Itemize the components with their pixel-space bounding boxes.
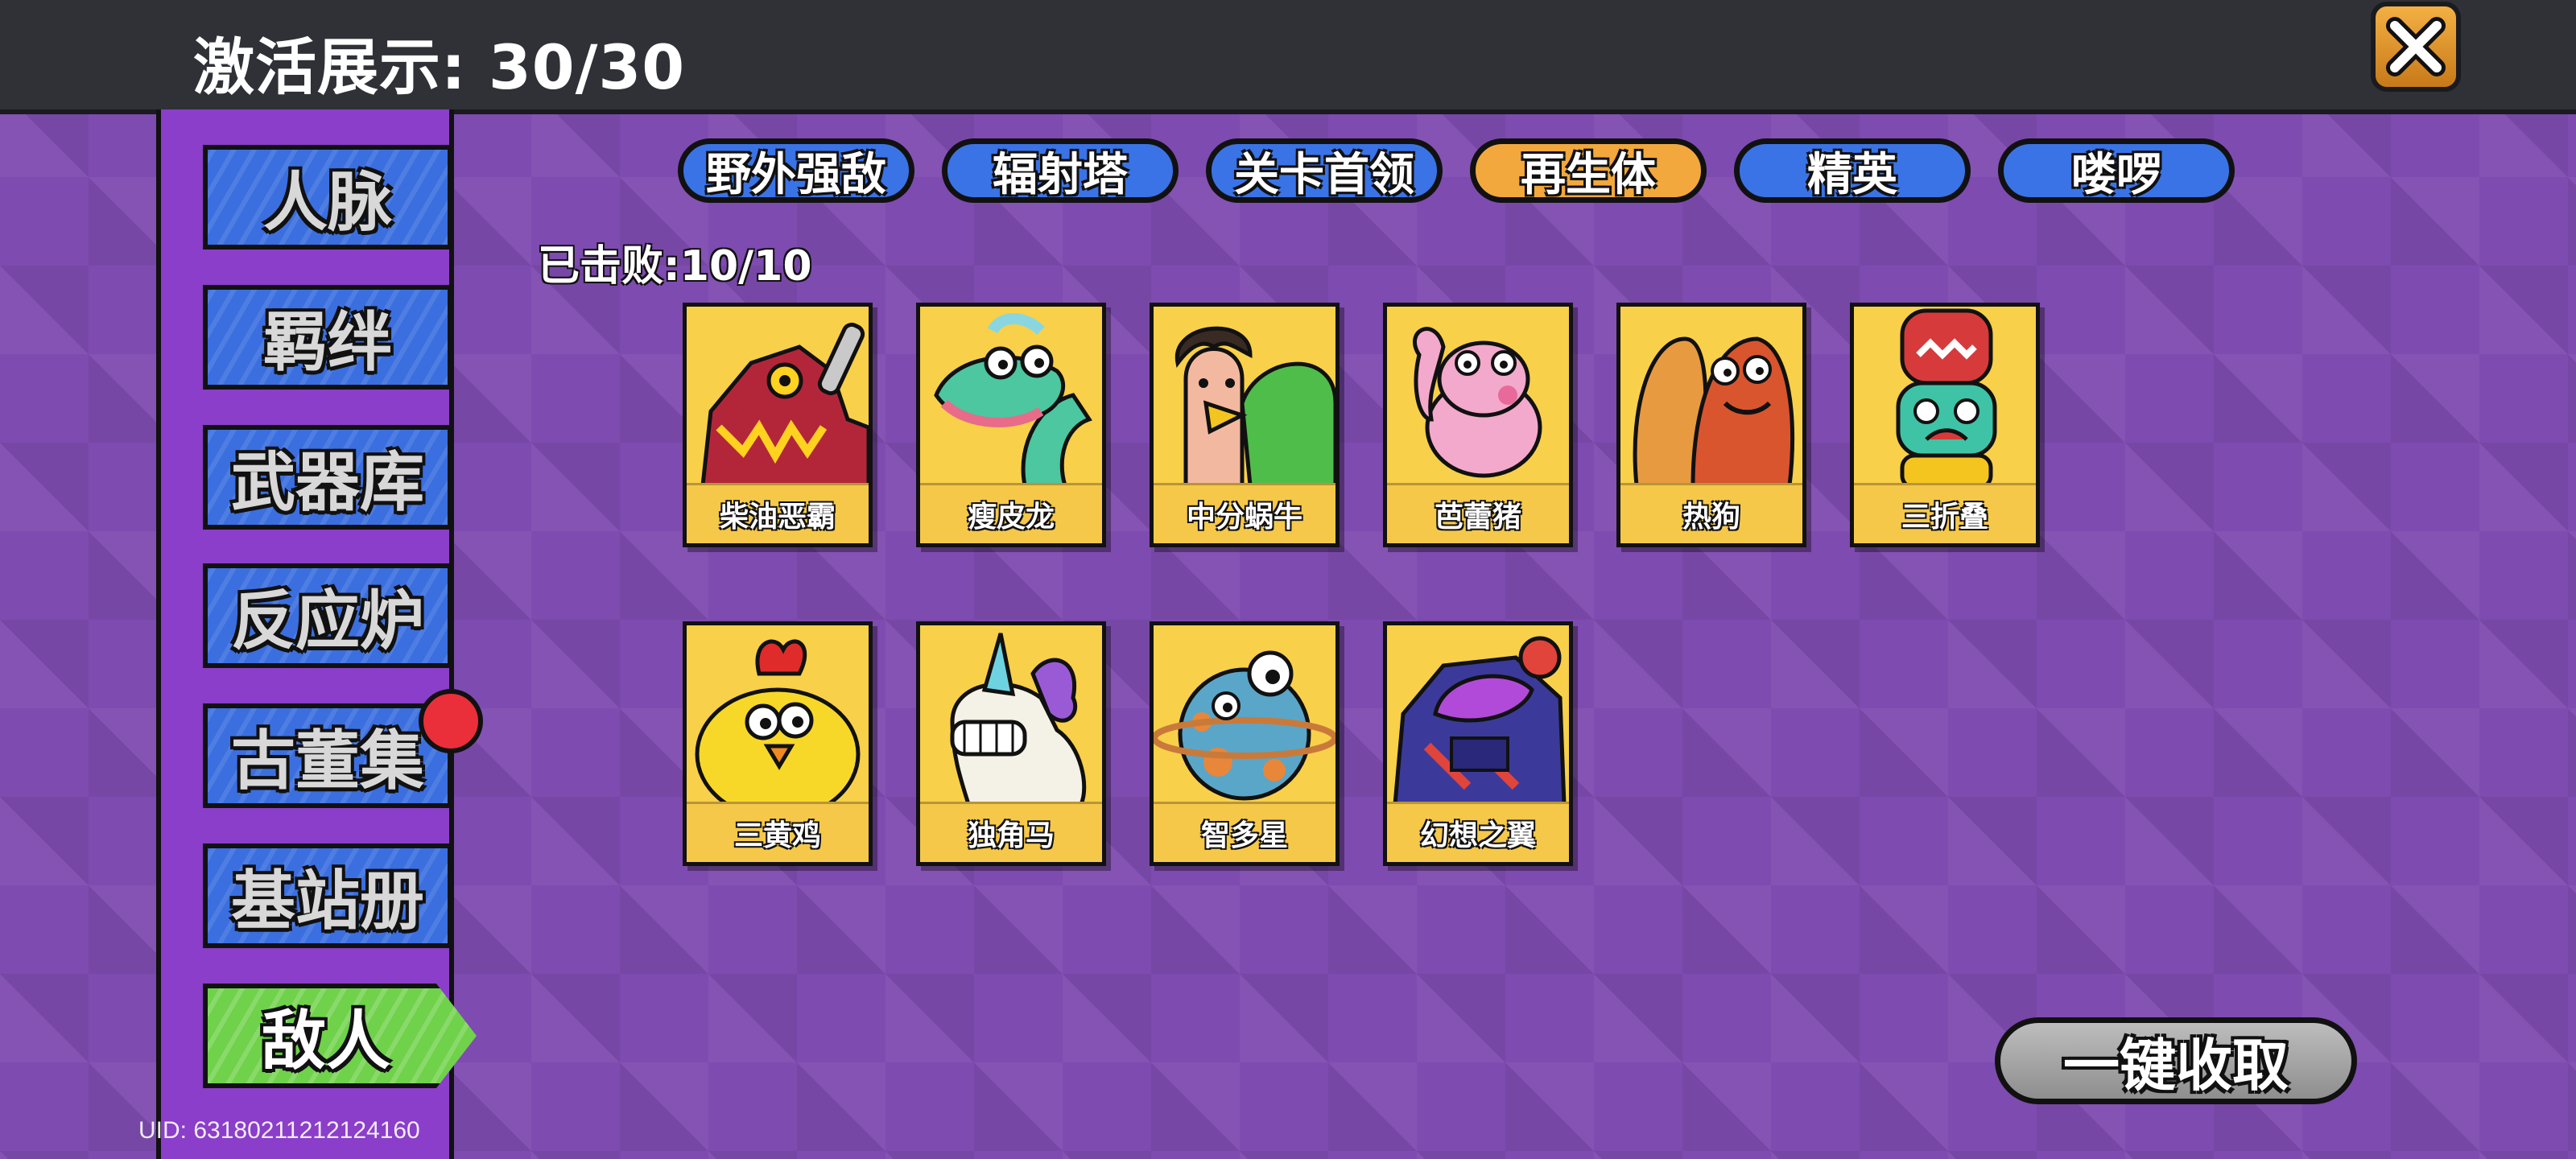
red-robot-dino-icon xyxy=(687,307,869,485)
enemy-name: 柴油恶霸 xyxy=(719,501,836,534)
sidebar-item-contacts[interactable]: 人脉 xyxy=(203,145,452,250)
tab-stage-boss[interactable]: 关卡首领 xyxy=(1206,138,1443,203)
collect-all-button[interactable]: 一键收取 xyxy=(1995,1017,2357,1104)
enemy-name: 芭蕾猪 xyxy=(1434,501,1521,534)
enemy-name-bar: 智多星 xyxy=(1154,802,1335,862)
enemy-name: 热狗 xyxy=(1682,501,1740,534)
enemy-name-bar: 幻想之翼 xyxy=(1387,802,1569,862)
enemy-card[interactable]: 中分蜗牛 xyxy=(1150,303,1340,547)
tab-label: 喽啰 xyxy=(2071,148,2161,201)
sidebar-item-armory[interactable]: 武器库 xyxy=(203,425,452,530)
sidebar-item-antiques[interactable]: 古董集 xyxy=(203,703,452,808)
uid-label: UID: 63180211212124160 xyxy=(138,1117,420,1144)
enemy-name: 三黄鸡 xyxy=(733,819,821,852)
enemy-name-bar: 三折叠 xyxy=(1854,483,2036,543)
collect-all-label: 一键收取 xyxy=(2063,1032,2289,1099)
tab-label: 精英 xyxy=(1807,148,1897,201)
enemy-name: 三折叠 xyxy=(1901,501,1988,534)
enemy-card[interactable]: 热狗 xyxy=(1616,303,1806,547)
enemy-card[interactable]: 瘦皮龙 xyxy=(916,303,1106,547)
sidebar-item-enemies[interactable]: 敌人 xyxy=(203,984,477,1088)
enemy-name: 智多星 xyxy=(1200,819,1288,852)
pink-pig-icon xyxy=(1387,307,1569,485)
unicorn-icon xyxy=(920,625,1102,804)
enemy-card[interactable]: 芭蕾猪 xyxy=(1383,303,1573,547)
enemy-name: 瘦皮龙 xyxy=(967,501,1055,534)
enemy-name-bar: 瘦皮龙 xyxy=(920,483,1102,543)
snail-man-icon xyxy=(1154,307,1335,485)
tab-elite[interactable]: 精英 xyxy=(1734,138,1971,203)
yellow-chicken-icon xyxy=(687,625,869,804)
close-button[interactable] xyxy=(2371,2,2461,92)
tab-regenerated[interactable]: 再生体 xyxy=(1470,138,1707,203)
sidebar-item-reactor[interactable]: 反应炉 xyxy=(203,563,452,668)
sidebar-item-bonds[interactable]: 羁绊 xyxy=(203,285,452,390)
sidebar-item-label: 武器库 xyxy=(231,445,424,520)
enemy-card[interactable]: 智多星 xyxy=(1150,621,1340,866)
enemy-name-bar: 柴油恶霸 xyxy=(687,483,869,543)
tab-field-enemies[interactable]: 野外强敌 xyxy=(678,138,914,203)
tab-radiation-tower[interactable]: 辐射塔 xyxy=(942,138,1179,203)
sidebar-item-label: 古董集 xyxy=(231,724,424,798)
sidebar-item-base-station[interactable]: 基站册 xyxy=(203,843,452,948)
enemy-card[interactable]: 三黄鸡 xyxy=(683,621,873,866)
hotdog-icon xyxy=(1620,307,1802,485)
page-title: 激活展示: 30/30 xyxy=(193,31,686,103)
enemy-card[interactable]: 三折叠 xyxy=(1850,303,2040,547)
tab-label: 关卡首领 xyxy=(1234,148,1414,201)
sidebar-item-label: 基站册 xyxy=(231,864,424,938)
purple-mech-icon xyxy=(1387,625,1569,804)
enemy-card[interactable]: 独角马 xyxy=(916,621,1106,866)
green-dragon-icon xyxy=(920,307,1102,485)
enemy-name-bar: 芭蕾猪 xyxy=(1387,483,1569,543)
defeated-count: 已击败:10/10 xyxy=(538,242,812,291)
sidebar-item-label: 羁绊 xyxy=(263,305,392,380)
enemy-card[interactable]: 幻想之翼 xyxy=(1383,621,1573,866)
enemy-name-bar: 热狗 xyxy=(1620,483,1802,543)
tab-minions[interactable]: 喽啰 xyxy=(1998,138,2235,203)
top-bar: 激活展示: 30/30 xyxy=(0,0,2576,114)
tab-label: 再生体 xyxy=(1521,148,1656,201)
enemy-name-bar: 独角马 xyxy=(920,802,1102,862)
enemy-name-bar: 三黄鸡 xyxy=(687,802,869,862)
totem-stack-icon xyxy=(1854,307,2036,485)
enemy-name: 幻想之翼 xyxy=(1419,819,1536,852)
close-x-icon xyxy=(2386,17,2446,76)
notification-badge xyxy=(419,689,483,753)
sidebar-item-label: 人脉 xyxy=(263,165,392,240)
planet-icon xyxy=(1154,625,1335,804)
sidebar-item-label: 敌人 xyxy=(262,1004,390,1079)
enemy-name: 中分蜗牛 xyxy=(1186,501,1302,534)
enemy-name: 独角马 xyxy=(967,819,1055,852)
tab-label: 野外强敌 xyxy=(706,148,886,201)
enemy-name-bar: 中分蜗牛 xyxy=(1154,483,1335,543)
tab-label: 辐射塔 xyxy=(993,148,1128,201)
sidebar-item-label: 反应炉 xyxy=(231,584,424,658)
enemy-card[interactable]: 柴油恶霸 xyxy=(683,303,873,547)
